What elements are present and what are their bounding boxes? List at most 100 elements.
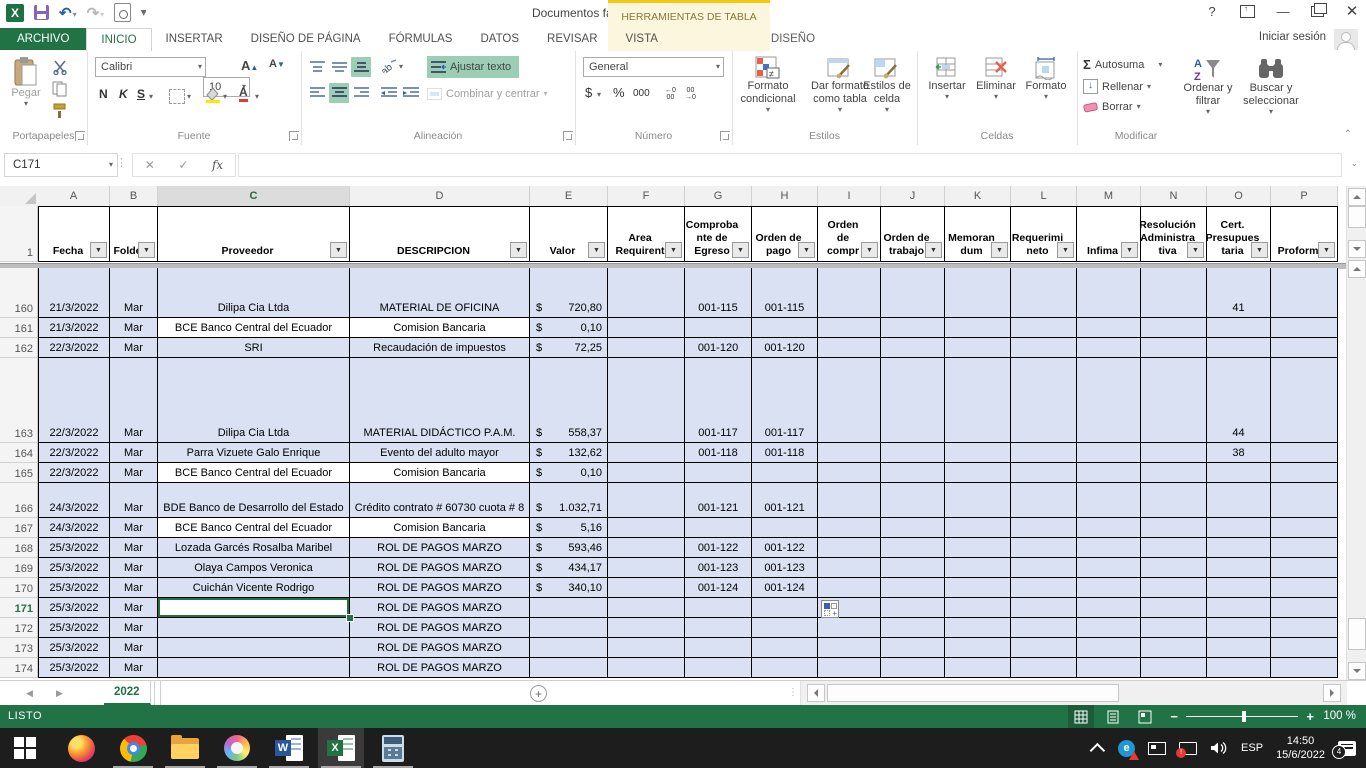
cell-O162[interactable] bbox=[1207, 338, 1271, 358]
cell-D174[interactable]: ROL DE PAGOS MARZO bbox=[350, 658, 530, 678]
filter-dropdown-N[interactable]: ▼ bbox=[1187, 242, 1204, 258]
cell-K163[interactable] bbox=[945, 358, 1011, 443]
cell-D163[interactable]: MATERIAL DIDÁCTICO P.A.M. bbox=[350, 358, 530, 443]
cell-B171[interactable]: Mar bbox=[110, 598, 158, 618]
scroll-right-arrow[interactable] bbox=[1323, 684, 1341, 702]
cell-J165[interactable] bbox=[881, 463, 945, 483]
filter-dropdown-F[interactable]: ▼ bbox=[665, 242, 682, 258]
cell-E162[interactable]: $72,25 bbox=[530, 338, 608, 358]
print-preview-icon[interactable] bbox=[114, 3, 131, 22]
cell-B163[interactable]: Mar bbox=[110, 358, 158, 443]
undo-button[interactable]: ↶▾ bbox=[59, 4, 77, 22]
cell-H165[interactable] bbox=[752, 463, 818, 483]
cell-C169[interactable]: Olaya Campos Veronica bbox=[158, 558, 350, 578]
cell-K166[interactable] bbox=[945, 483, 1011, 518]
filter-dropdown-M[interactable]: ▼ bbox=[1121, 242, 1138, 258]
formula-input[interactable] bbox=[238, 153, 1342, 177]
cell-K165[interactable] bbox=[945, 463, 1011, 483]
table-header-I[interactable]: Orden de compr▼ bbox=[818, 206, 881, 262]
borders-dropdown[interactable]: ▾ bbox=[187, 93, 191, 101]
name-box[interactable]: C171▾ bbox=[4, 153, 118, 177]
cell-F165[interactable] bbox=[608, 463, 685, 483]
scroll-left-arrow[interactable] bbox=[807, 684, 825, 702]
merge-center-button[interactable]: Combinar y centrar▾ bbox=[427, 83, 548, 105]
cell-E160[interactable]: $720,80 bbox=[530, 268, 608, 318]
cell-M164[interactable] bbox=[1077, 443, 1141, 463]
cell-H171[interactable] bbox=[752, 598, 818, 618]
cell-P164[interactable] bbox=[1271, 443, 1338, 463]
cell-F161[interactable] bbox=[608, 318, 685, 338]
cell-L161[interactable] bbox=[1011, 318, 1077, 338]
orientation-dropdown[interactable]: ▾ bbox=[399, 63, 403, 71]
copy-icon[interactable] bbox=[52, 81, 70, 97]
cell-K167[interactable] bbox=[945, 518, 1011, 538]
cell-G163[interactable]: 001-117 bbox=[685, 358, 752, 443]
cell-N162[interactable] bbox=[1141, 338, 1207, 358]
cell-styles-button[interactable]: Estilos de celda▾ bbox=[860, 56, 914, 114]
tab-f-rmulas[interactable]: FÓRMULAS bbox=[375, 28, 467, 50]
column-header-M[interactable]: M bbox=[1077, 186, 1141, 207]
cell-H172[interactable] bbox=[752, 618, 818, 638]
alignment-dialog-launcher[interactable] bbox=[563, 131, 573, 141]
zoom-in-button[interactable]: + bbox=[1306, 709, 1314, 724]
tab-inicio[interactable]: INICIO bbox=[86, 28, 151, 51]
percent-format-icon[interactable]: % bbox=[613, 85, 625, 100]
filter-dropdown-G[interactable]: ▼ bbox=[732, 242, 749, 258]
format-cells-button[interactable]: Formato▾ bbox=[1023, 56, 1069, 101]
page-layout-view-button[interactable] bbox=[1100, 705, 1126, 728]
antivirus-alert-icon[interactable]: e bbox=[1118, 740, 1135, 757]
cell-P167[interactable] bbox=[1271, 518, 1338, 538]
table-header-P[interactable]: Proform▼ bbox=[1271, 206, 1338, 262]
row-header-161[interactable]: 161 bbox=[0, 318, 38, 338]
cell-H166[interactable]: 001-121 bbox=[752, 483, 818, 518]
cell-P174[interactable] bbox=[1271, 658, 1338, 678]
cell-D165[interactable]: Comision Bancaria bbox=[350, 463, 530, 483]
cell-L165[interactable] bbox=[1011, 463, 1077, 483]
cell-I168[interactable] bbox=[818, 538, 881, 558]
row-header-165[interactable]: 165 bbox=[0, 463, 38, 483]
cell-L162[interactable] bbox=[1011, 338, 1077, 358]
scroll-thumb[interactable] bbox=[1348, 618, 1366, 650]
tab-archivo[interactable]: ARCHIVO bbox=[0, 28, 86, 50]
table-header-L[interactable]: Requerimi neto▼ bbox=[1011, 206, 1077, 262]
cell-A162[interactable]: 22/3/2022 bbox=[38, 338, 110, 358]
wrap-text-button[interactable]: Ajustar texto bbox=[427, 56, 519, 78]
filter-dropdown-H[interactable]: ▼ bbox=[798, 242, 815, 258]
column-header-A[interactable]: A bbox=[38, 186, 110, 207]
cell-O168[interactable] bbox=[1207, 538, 1271, 558]
table-header-A[interactable]: Fecha▼ bbox=[38, 206, 110, 262]
cell-H174[interactable] bbox=[752, 658, 818, 678]
cell-C172[interactable] bbox=[158, 618, 350, 638]
user-avatar[interactable] bbox=[1334, 29, 1358, 50]
cell-M172[interactable] bbox=[1077, 618, 1141, 638]
cell-N171[interactable] bbox=[1141, 598, 1207, 618]
cell-O174[interactable] bbox=[1207, 658, 1271, 678]
cell-L174[interactable] bbox=[1011, 658, 1077, 678]
cell-N164[interactable] bbox=[1141, 443, 1207, 463]
increase-decimal-icon[interactable]: ←000 bbox=[665, 87, 676, 101]
cell-C161[interactable]: BCE Banco Central del Ecuador bbox=[158, 318, 350, 338]
save-icon[interactable] bbox=[34, 5, 49, 20]
column-header-E[interactable]: E bbox=[530, 186, 608, 207]
cell-P160[interactable] bbox=[1271, 268, 1338, 318]
table-header-F[interactable]: Area Requirent▼ bbox=[608, 206, 685, 262]
cell-F174[interactable] bbox=[608, 658, 685, 678]
conditional-formatting-button[interactable]: ≠ Formato condicional▾ bbox=[736, 56, 800, 114]
cell-I173[interactable] bbox=[818, 638, 881, 658]
tab-insertar[interactable]: INSERTAR bbox=[152, 28, 237, 50]
cell-O171[interactable] bbox=[1207, 598, 1271, 618]
column-header-G[interactable]: G bbox=[685, 186, 752, 207]
filter-dropdown-L[interactable]: ▼ bbox=[1057, 242, 1074, 258]
cell-E172[interactable] bbox=[530, 618, 608, 638]
borders-icon[interactable] bbox=[169, 89, 185, 104]
column-header-L[interactable]: L bbox=[1011, 186, 1077, 207]
action-center-icon[interactable]: 4 bbox=[1338, 741, 1356, 756]
display-warning-icon[interactable]: ! bbox=[1179, 742, 1197, 755]
font-dialog-launcher[interactable] bbox=[289, 131, 299, 141]
cell-D162[interactable]: Recaudación de impuestos bbox=[350, 338, 530, 358]
cell-M165[interactable] bbox=[1077, 463, 1141, 483]
taskbar-excel[interactable]: X bbox=[318, 728, 364, 768]
filter-dropdown-O[interactable]: ▼ bbox=[1251, 242, 1268, 258]
cell-K160[interactable] bbox=[945, 268, 1011, 318]
cell-J169[interactable] bbox=[881, 558, 945, 578]
